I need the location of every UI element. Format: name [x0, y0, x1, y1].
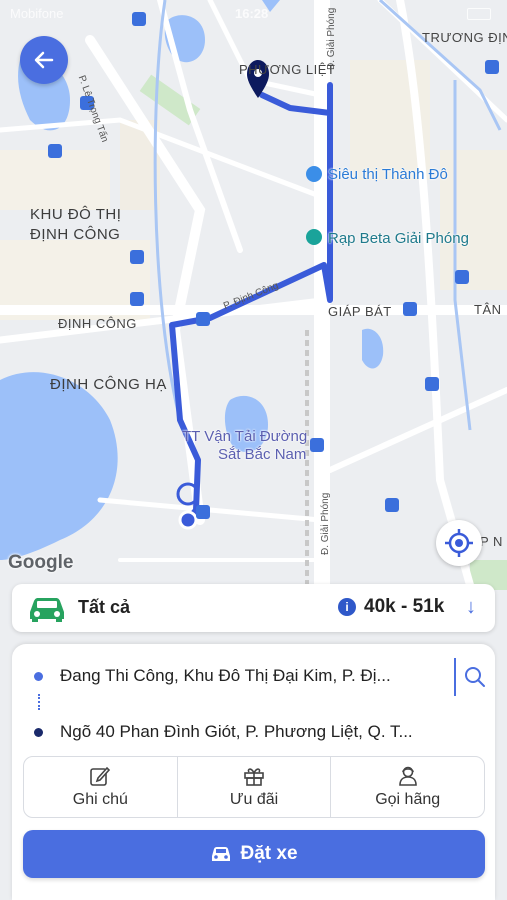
- map-area-label: ĐỊNH CÔNG: [30, 226, 121, 243]
- book-ride-label: Đặt xe: [240, 843, 298, 864]
- book-ride-button[interactable]: Đặt xe: [23, 830, 485, 878]
- route-connector: [38, 694, 42, 710]
- street-label: Đ. Giải Phóng: [326, 7, 337, 70]
- operator-icon: [398, 766, 417, 786]
- call-operator-label: Gọi hãng: [375, 791, 441, 808]
- promo-button[interactable]: Ưu đãi: [178, 757, 332, 817]
- poi-label[interactable]: Rạp Beta Giải Phóng: [328, 230, 469, 247]
- clock: 16:28: [235, 6, 269, 21]
- call-operator-button[interactable]: Gọi hãng: [331, 757, 484, 817]
- action-row: Ghi chú Ưu đãi Gọi hãng: [23, 756, 485, 818]
- fare-estimate: 40k - 51k: [364, 596, 445, 617]
- map-area-label: GIÁP BÁT: [328, 304, 392, 319]
- divider: [454, 658, 456, 696]
- battery-icon: [467, 8, 491, 20]
- map-area-label: ĐỊNH CÔNG: [58, 316, 137, 331]
- map-area-label: TÂN: [474, 302, 502, 317]
- carrier-label: Mobifone: [10, 6, 64, 21]
- booking-panel: Đang Thi Công, Khu Đô Thị Đại Kim, P. Đị…: [12, 644, 495, 900]
- car-icon: [30, 598, 64, 622]
- destination-address[interactable]: Ngõ 40 Phan Đình Giót, P. Phương Liệt, Q…: [60, 722, 445, 742]
- promo-label: Ưu đãi: [229, 791, 279, 808]
- arrow-down-icon[interactable]: ↓: [466, 596, 476, 619]
- arrow-left-icon: [34, 51, 54, 69]
- poi-label[interactable]: Siêu thị Thành Đô: [328, 166, 448, 183]
- note-label: Ghi chú: [72, 791, 128, 808]
- map-area-label: PHƯƠNG LIỆT: [239, 62, 336, 77]
- info-icon[interactable]: i: [338, 598, 356, 616]
- poi-label[interactable]: TT Vận Tải Đường: [182, 428, 307, 445]
- origin-dot-icon: [34, 672, 43, 681]
- pencil-icon: [90, 766, 111, 786]
- origin-address[interactable]: Đang Thi Công, Khu Đô Thị Đại Kim, P. Đị…: [60, 666, 445, 686]
- back-button[interactable]: [20, 36, 68, 84]
- vehicle-type-label[interactable]: Tất cả: [78, 597, 130, 618]
- destination-dot-icon: [34, 728, 43, 737]
- google-logo: Google: [8, 552, 74, 573]
- map-area-label: KHU ĐÔ THỊ: [30, 206, 122, 223]
- status-bar: Mobifone 16:28: [10, 4, 497, 24]
- poi-label[interactable]: Sắt Bắc Nam: [218, 446, 306, 463]
- map-area-label: ĐỊNH CÔNG HẠ: [50, 376, 167, 393]
- my-location-button[interactable]: [436, 520, 482, 566]
- car-icon: [212, 847, 231, 861]
- street-label: Đ. Giải Phóng: [320, 492, 331, 555]
- origin-field[interactable]: Đang Thi Công, Khu Đô Thị Đại Kim, P. Đị…: [12, 654, 495, 698]
- destination-field[interactable]: Ngõ 40 Phan Đình Giót, P. Phương Liệt, Q…: [12, 710, 495, 754]
- gift-icon: [244, 768, 264, 786]
- map-area-label: P N: [480, 534, 503, 549]
- search-icon[interactable]: [464, 666, 486, 688]
- fare-bar[interactable]: Tất cả i 40k - 51k ↓: [12, 584, 495, 632]
- crosshair-icon: [445, 529, 473, 557]
- note-button[interactable]: Ghi chú: [24, 757, 178, 817]
- map-area-label: TRƯƠNG ĐỊNH: [422, 30, 507, 45]
